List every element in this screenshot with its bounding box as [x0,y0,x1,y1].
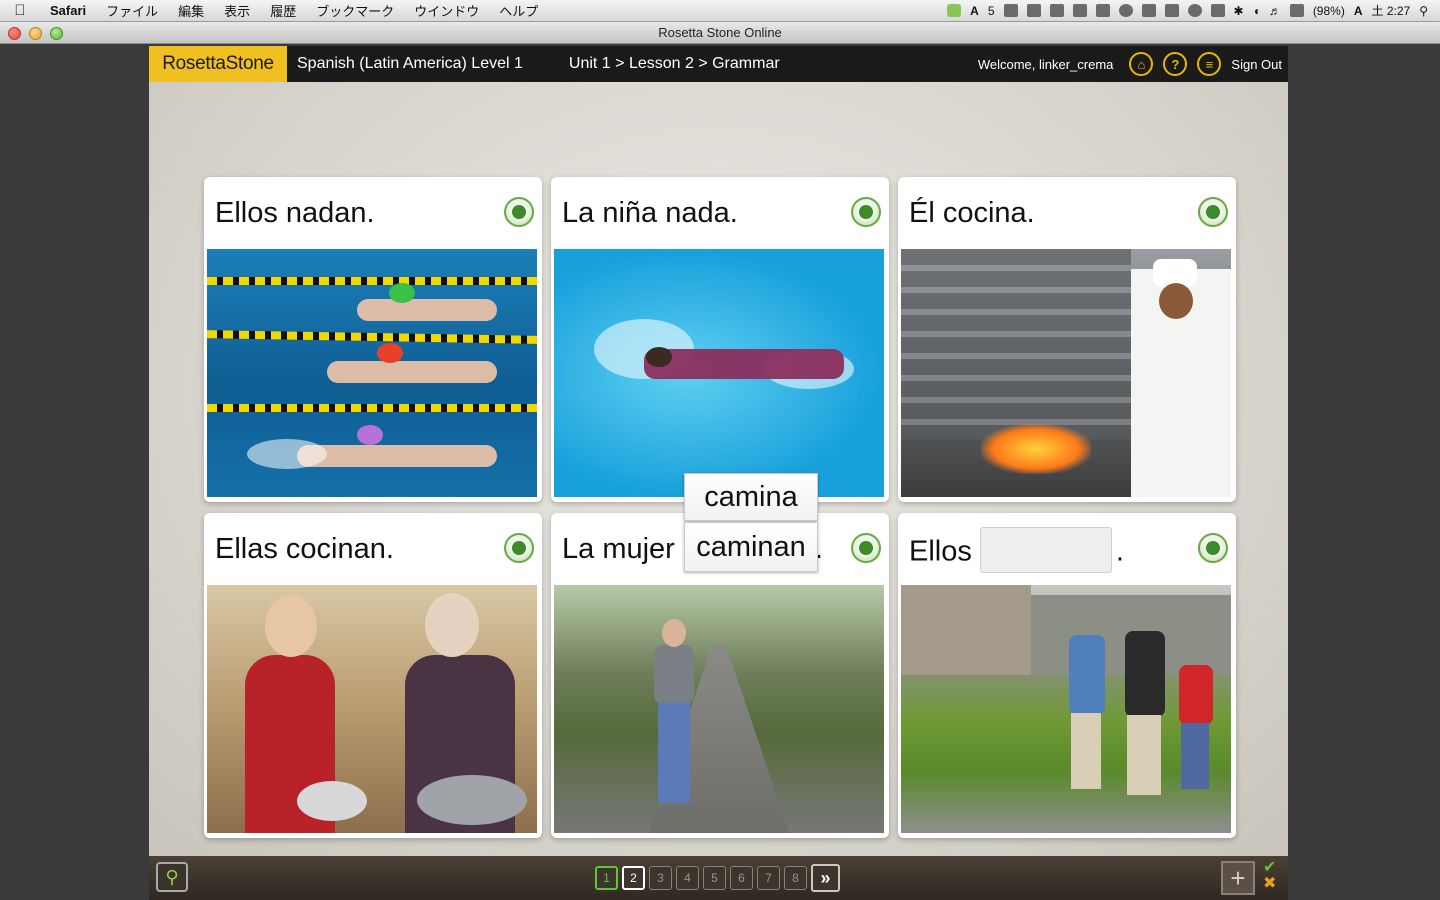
time-machine-icon[interactable] [1187,4,1202,17]
photo-men-walking [901,585,1231,833]
menu-window[interactable]: ウインドウ [404,1,489,20]
course-title: Spanish (Latin America) Level 1 [297,55,523,72]
speaker-icon[interactable] [851,533,881,563]
volume-icon[interactable]: ♬ [1269,4,1281,18]
input-method-icon[interactable]: A [1354,4,1363,18]
card-caption: Ellos. [909,527,1124,573]
copy-icon[interactable] [1049,4,1064,17]
help-icon[interactable]: ? [1163,52,1188,76]
speaker-icon[interactable] [504,197,534,227]
card-caption: Ellas cocinan. [215,533,394,565]
card-el-cocina[interactable]: Él cocina. [898,177,1236,502]
caption-end: . [1115,535,1124,568]
battery-percent: (98%) [1312,3,1345,18]
status-tray: A 5 ✱ ◖ ♬ (98%) A 土 2:27 ⚲ [947,2,1440,19]
window-titlebar: Rosetta Stone Online [0,22,1440,44]
answer-drop-slot[interactable] [979,527,1112,573]
sign-out-link[interactable]: Sign Out [1231,57,1282,72]
exercise-panel: Ellos nadan. La niña nada. Él cocina. El… [149,82,1288,856]
page-button-8[interactable]: 8 [784,866,807,890]
rosetta-stone-logo: RosettaStone [149,46,287,82]
menu-view[interactable]: 表示 [214,1,260,20]
app-header: RosettaStone Spanish (Latin America) Lev… [149,46,1288,82]
answer-tile-camina[interactable]: camina [684,473,818,521]
cross-icon: ✖ [1263,875,1277,892]
photo-chef-cooking [901,249,1231,497]
timer-icon[interactable] [1164,4,1179,17]
card-la-nina-nada[interactable]: La niña nada. [551,177,889,502]
clock[interactable]: 土 2:27 [1372,2,1411,19]
menu-help[interactable]: ヘルプ [489,1,548,20]
battery-icon[interactable] [1289,4,1304,17]
dropbox-icon[interactable] [1026,4,1041,17]
speaker-icon[interactable] [1198,197,1228,227]
puzzle-icon[interactable] [1072,4,1087,17]
answer-tile-caminan[interactable]: caminan [684,522,818,572]
wifi-icon[interactable]: ◖ [1253,4,1260,18]
page-button-7[interactable]: 7 [757,866,780,890]
bottom-toolbar: ⚲ 1 2 3 4 5 6 7 8 » + ✔ ✖ [149,856,1288,900]
menu-edit[interactable]: 編集 [168,1,214,20]
welcome-text: Welcome, linker_crema [977,56,1114,72]
paw-icon[interactable] [1095,4,1110,17]
caption-start: Ellos [909,535,972,568]
k-icon[interactable] [1003,4,1018,17]
speaker-icon[interactable] [504,533,534,563]
apple-icon[interactable]:  [0,2,40,19]
page-button-3[interactable]: 3 [649,866,672,890]
page-button-6[interactable]: 6 [730,866,753,890]
window-title: Rosetta Stone Online [658,25,782,40]
card-caption: La niña nada. [562,197,738,229]
speaker-icon[interactable] [1198,533,1228,563]
minimize-window-button[interactable] [29,27,42,40]
menu-list-icon[interactable]: ≡ [1197,52,1222,76]
photo-woman-walking [554,585,884,833]
display-icon[interactable] [1210,4,1225,17]
photo-women-cooking [207,585,537,833]
home-icon[interactable]: ⌂ [1129,52,1154,76]
tray-count: 5 [987,3,995,18]
window-controls [8,27,63,40]
photo-swimmers-racing [207,249,537,497]
card-ellos-nadan[interactable]: Ellos nadan. [204,177,542,502]
speaker-icon[interactable] [851,197,881,227]
add-button[interactable]: + [1221,861,1255,895]
check-icon: ✔ [1263,859,1277,876]
menu-history[interactable]: 履歴 [260,1,306,20]
photo-girl-swimming [554,249,884,497]
card-ellas-cocinan[interactable]: Ellas cocinan. [204,513,542,838]
close-window-button[interactable] [8,27,21,40]
card-caption: Él cocina. [909,197,1035,229]
mac-menubar:  Safari ファイル 編集 表示 履歴 ブックマーク ウインドウ ヘルプ … [0,0,1440,22]
menu-file[interactable]: ファイル [96,1,168,20]
card-caption: Ellos nadan. [215,197,375,229]
card-ellos-blank[interactable]: Ellos. [898,513,1236,838]
adobe-icon[interactable]: A [970,4,979,18]
bluetooth-icon[interactable]: ✱ [1234,4,1244,18]
menu-app-name[interactable]: Safari [40,3,96,18]
magnifier-icon[interactable]: ⚲ [156,862,188,892]
zoom-window-button[interactable] [50,27,63,40]
next-screen-button[interactable]: » [811,864,840,892]
phone-icon[interactable] [1141,4,1156,17]
page-button-2[interactable]: 2 [622,866,645,890]
spotlight-icon[interactable]: ⚲ [1419,4,1428,18]
breadcrumb: Unit 1 > Lesson 2 > Grammar [568,55,780,72]
evernote-icon[interactable] [947,4,962,17]
menu-bookmarks[interactable]: ブックマーク [306,1,404,20]
caption-start: La mujer [562,533,675,565]
page-button-4[interactable]: 4 [676,866,699,890]
page-button-1[interactable]: 1 [595,866,618,890]
score-indicator: ✔ ✖ [1263,860,1285,892]
page-button-5[interactable]: 5 [703,866,726,890]
screen-pager: 1 2 3 4 5 6 7 8 » [595,864,840,892]
sync-icon[interactable] [1118,4,1133,17]
